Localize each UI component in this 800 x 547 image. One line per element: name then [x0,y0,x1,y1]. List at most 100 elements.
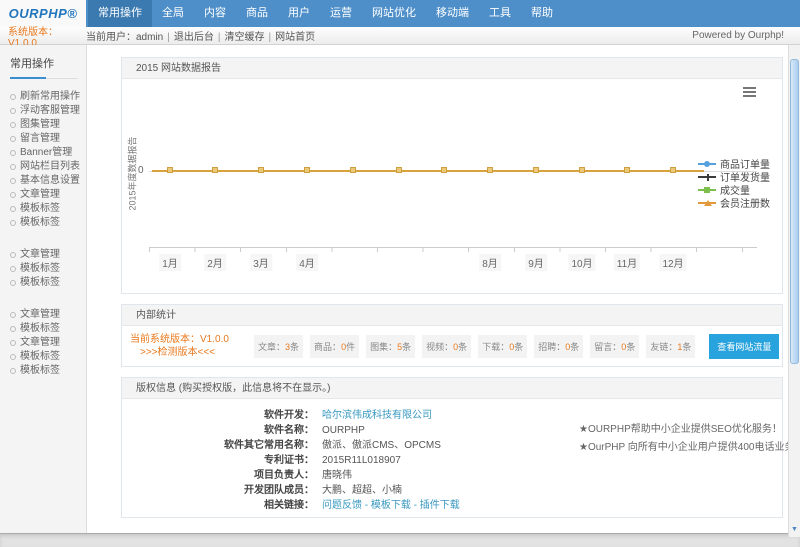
sidebar: 常用操作 刷新常用操作 浮动客服管理 图集管理 留言管理 Banner管理 网站… [0,45,87,533]
info-bar: 系统版本：V1.0.0 当前用户：admin 退出后台 清空缓存 网站首页 Po… [0,27,800,45]
developer-company-link[interactable]: 哈尔滨伟成科技有限公司 [314,408,432,423]
chart-point-marker [304,167,310,173]
promo-note-400: ★OurPHP 向所有中小企业用户提供400电话业务 [579,439,794,457]
chart-point-marker [624,167,630,173]
sidebar-item-site-columns[interactable]: 网站栏目列表 [10,160,86,173]
stat-job: 招聘：0条 [534,335,583,358]
sidebar-item-article[interactable]: 文章管理 [10,336,86,349]
site-home-link[interactable]: 网站首页 [264,28,315,43]
sidebar-group-2: 文章管理 模板标签 模板标签 [10,248,86,289]
report-panel-title: 2015 网站数据报告 [122,58,782,79]
nav-product[interactable]: 商品 [236,0,278,27]
sidebar-item-article[interactable]: 文章管理 [10,188,86,201]
row-software-name: 软件名称： OURPHP [122,423,565,438]
legend-item-order-shipments[interactable]: 订单发货量 [698,170,770,182]
stat-message: 留言：0条 [590,335,639,358]
legend-triangle-marker-icon [698,198,716,207]
chart-point-marker [350,167,356,173]
main-nav: 常用操作 全局 内容 商品 用户 运营 网站优化 移动端 工具 帮助 [86,0,563,27]
chart-point-marker [396,167,402,173]
chart-point-marker [258,167,264,173]
version-block: 当前系统版本：V1.0.0 >>>检测版本<<< [122,333,254,359]
stat-article: 文章：3条 [254,335,303,358]
user-status-line: 当前用户：admin 退出后台 清空缓存 网站首页 [86,28,692,43]
top-navbar: OURPHP® 常用操作 全局 内容 商品 用户 运营 网站优化 移动端 工具 … [0,0,800,27]
row-links: 相关链接： 问题反馈 - 模板下载 - 插件下载 [122,498,565,513]
legend-item-deals[interactable]: 成交量 [698,183,770,195]
sidebar-group-3: 文章管理 模板标签 文章管理 模板标签 模板标签 [10,308,86,377]
sidebar-item-article[interactable]: 文章管理 [10,248,86,261]
promo-notes: ★OURPHP帮助中小企业提供SEO优化服务！ ★OurPHP 向所有中小企业用… [565,399,794,517]
sidebar-item-template-tag[interactable]: 模板标签 [10,262,86,275]
sidebar-item-template-tag[interactable]: 模板标签 [10,350,86,363]
sidebar-item-gallery[interactable]: 图集管理 [10,118,86,131]
main-content: 2015 网站数据报告 2015年度数据报告 0 [87,45,800,533]
scroll-down-arrow-icon[interactable] [789,524,800,537]
logout-link[interactable]: 退出后台 [163,28,214,43]
stats-body: 当前系统版本：V1.0.0 >>>检测版本<<< 文章：3条 商品：0件 图集：… [122,326,782,366]
x-label-jan: 1月 [159,254,181,271]
x-label-dec: 12月 [659,254,686,271]
sidebar-item-message[interactable]: 留言管理 [10,132,86,145]
chart-point-marker [167,167,173,173]
legend-item-goods-orders[interactable]: 商品订单量 [698,157,770,169]
view-traffic-button[interactable]: 查看网站流量 [709,334,779,359]
sidebar-item-banner[interactable]: Banner管理 [10,146,86,159]
legend-plus-marker-icon [698,172,716,181]
nav-global[interactable]: 全局 [152,0,194,27]
nav-seo[interactable]: 网站优化 [362,0,426,27]
nav-mobile[interactable]: 移动端 [426,0,479,27]
nav-tools[interactable]: 工具 [479,0,521,27]
legend-label: 会员注册数 [720,195,770,210]
legend-item-member-registrations[interactable]: 会员注册数 [698,196,770,208]
window-bottom-edge [0,533,800,547]
chart-point-marker [533,167,539,173]
x-label-sep: 9月 [525,254,547,271]
sidebar-item-template-tag[interactable]: 模板标签 [10,364,86,377]
scrollbar-thumb[interactable] [790,59,799,364]
sidebar-item-template-tag[interactable]: 模板标签 [10,216,86,229]
sidebar-item-basic-info[interactable]: 基本信息设置 [10,174,86,187]
chart-point-marker [212,167,218,173]
chart-point-marker [670,167,676,173]
nav-user[interactable]: 用户 [278,0,320,27]
stat-download: 下载：0条 [478,335,527,358]
promo-note-seo: ★OURPHP帮助中小企业提供SEO优化服务！ [579,421,794,439]
nav-help[interactable]: 帮助 [521,0,563,27]
sidebar-group-1: 刷新常用操作 浮动客服管理 图集管理 留言管理 Banner管理 网站栏目列表 … [10,90,86,229]
nav-operation[interactable]: 运营 [320,0,362,27]
sidebar-item-template-tag[interactable]: 模板标签 [10,276,86,289]
clear-cache-link[interactable]: 清空缓存 [214,28,265,43]
chart-point-marker [579,167,585,173]
x-label-aug: 8月 [479,254,501,271]
powered-by: Powered by Ourphp! [692,30,800,41]
row-patent: 专利证书： 2015R11L018907 [122,453,565,468]
related-links[interactable]: 问题反馈 - 模板下载 - 插件下载 [314,498,460,513]
check-version-link[interactable]: >>>检测版本<<< [130,346,254,359]
chart-y-axis-label: 2015年度数据报告 [126,124,139,224]
sidebar-item-service[interactable]: 浮动客服管理 [10,104,86,117]
copyright-panel: 版权信息 (购买授权版，此信息将不在显示。) 软件开发： 哈尔滨伟成科技有限公司… [121,377,783,518]
vertical-scrollbar [788,45,800,537]
sidebar-item-template-tag[interactable]: 模板标签 [10,202,86,215]
legend-square-marker-icon [698,185,716,194]
sidebar-item-refresh[interactable]: 刷新常用操作 [10,90,86,103]
x-label-mar: 3月 [250,254,272,271]
stats-panel: 内部统计 当前系统版本：V1.0.0 >>>检测版本<<< 文章：3条 商品：0… [121,304,783,367]
nav-common-ops[interactable]: 常用操作 [88,0,152,27]
sidebar-item-article[interactable]: 文章管理 [10,308,86,321]
x-label-oct: 10月 [568,254,595,271]
copyright-panel-title: 版权信息 (购买授权版，此信息将不在显示。) [122,378,782,399]
copyright-rows: 软件开发： 哈尔滨伟成科技有限公司 软件名称： OURPHP 软件其它常用名称：… [122,399,565,517]
stat-friendlink: 友链：1条 [646,335,695,358]
chart-data-line [152,170,704,172]
sidebar-item-template-tag[interactable]: 模板标签 [10,322,86,335]
stats-panel-title: 内部统计 [122,305,782,326]
nav-content[interactable]: 内容 [194,0,236,27]
x-label-nov: 11月 [614,254,640,271]
stat-gallery: 图集：5条 [366,335,415,358]
row-aliases: 软件其它常用名称： 傲派、傲派CMS、OPCMS [122,438,565,453]
chart-menu-icon[interactable] [743,87,756,89]
chart-point-marker [487,167,493,173]
chart-point-marker [441,167,447,173]
